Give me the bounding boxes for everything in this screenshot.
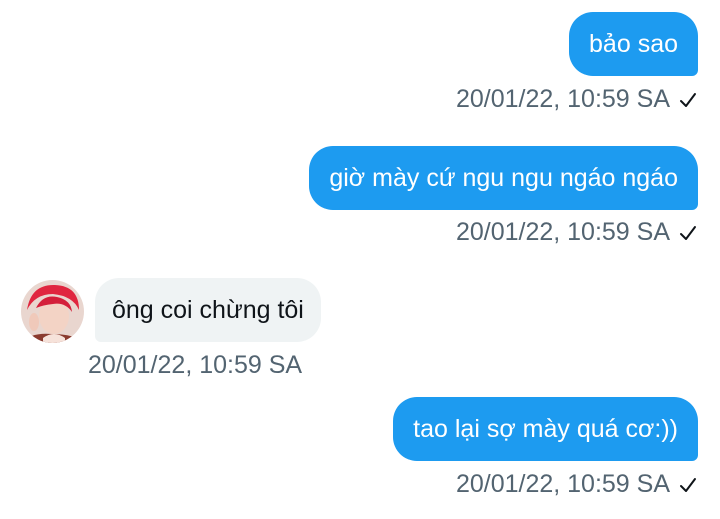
message-meta: 20/01/22, 10:59 SA [456, 472, 698, 497]
checkmark-icon [680, 92, 696, 107]
incoming-message-bubble[interactable]: ông coi chừng tôi [95, 278, 321, 342]
message-meta: 20/01/22, 10:59 SA [456, 220, 698, 245]
message-timestamp: 20/01/22, 10:59 SA [88, 351, 303, 379]
message-text: giờ mày cứ ngu ngu ngáo ngáo [329, 163, 678, 192]
message-text: bảo sao [589, 29, 678, 58]
outgoing-message-bubble[interactable]: giờ mày cứ ngu ngu ngáo ngáo [309, 146, 698, 210]
message-meta: 20/01/22, 10:59 SA [88, 353, 302, 378]
checkmark-icon [680, 225, 696, 240]
message-timestamp: 20/01/22, 10:59 SA [455, 85, 670, 113]
checkmark-icon [680, 477, 696, 492]
message-timestamp: 20/01/22, 10:59 SA [455, 218, 670, 246]
message-meta: 20/01/22, 10:59 SA [456, 87, 698, 112]
outgoing-message-bubble[interactable]: tao lại sợ mày quá cơ:)) [393, 397, 698, 461]
outgoing-message-bubble[interactable]: bảo sao [569, 12, 698, 76]
message-text: ông coi chừng tôi [112, 295, 304, 324]
message-timestamp: 20/01/22, 10:59 SA [455, 470, 670, 498]
avatar-image [21, 280, 84, 343]
message-text: tao lại sợ mày quá cơ:)) [413, 414, 678, 443]
avatar[interactable] [21, 280, 84, 343]
